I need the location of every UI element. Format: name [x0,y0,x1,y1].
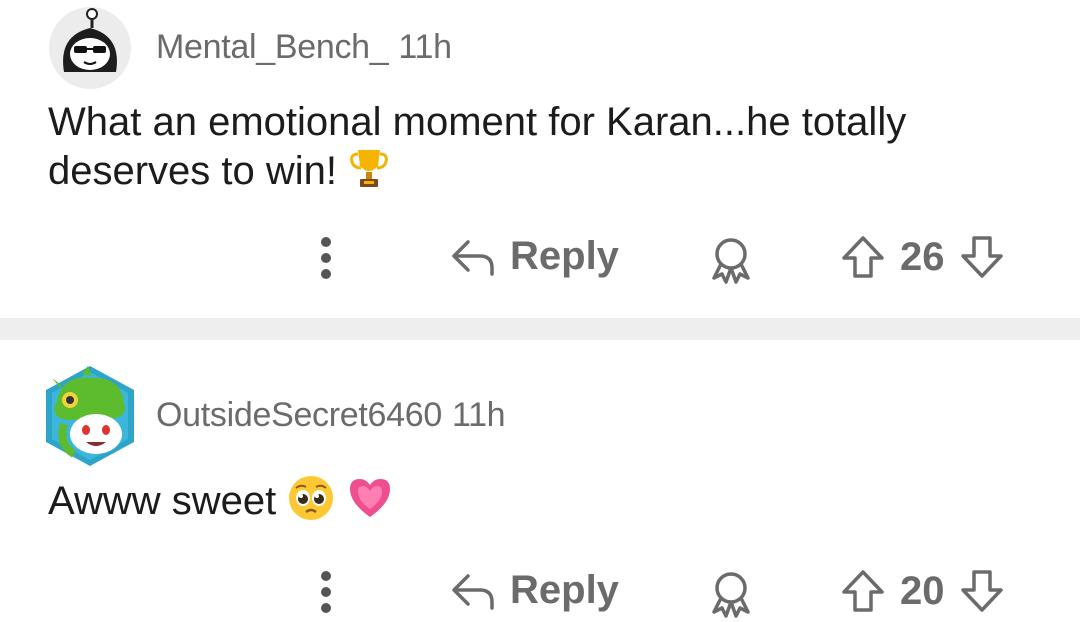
more-options-button[interactable] [316,236,336,280]
vote-controls: 20 [840,568,1005,614]
comment-actions: Reply 20 [0,562,1080,622]
snoo-avatar-icon [46,366,134,466]
comment-text: Awww sweet [48,474,1048,533]
reply-button[interactable]: Reply [450,234,619,279]
award-button[interactable] [708,236,754,284]
author-name[interactable]: OutsideSecret6460 [156,396,442,434]
avatar[interactable] [48,6,132,90]
comment-meta: OutsideSecret6460 11h [156,396,506,435]
award-icon [712,238,750,284]
more-vertical-icon [321,237,331,279]
reply-label: Reply [510,234,619,278]
vote-controls: 26 [840,234,1005,280]
trophy-icon [348,146,390,201]
comment-text: What an emotional moment for Karan...he … [48,98,1048,201]
more-vertical-icon [321,571,331,613]
pleading-face-icon [287,474,335,533]
comment-body: What an emotional moment for Karan...he … [48,100,907,194]
snoo-avatar-icon [49,7,131,89]
comment-actions: Reply 26 [0,228,1080,288]
author-name[interactable]: Mental_Bench_ [156,28,389,66]
comment: Mental_Bench_ 11h What an emotional momen… [0,0,1080,318]
award-icon [712,572,750,618]
reply-button[interactable]: Reply [450,568,619,613]
comment-body: Awww sweet [48,479,277,524]
more-options-button[interactable] [316,570,336,614]
avatar[interactable] [42,364,138,468]
timestamp: 11h [451,396,506,434]
downvote-icon[interactable] [959,568,1005,614]
downvote-icon[interactable] [959,234,1005,280]
award-button[interactable] [708,570,754,618]
vote-score: 26 [900,234,945,279]
comment: OutsideSecret6460 11h Awww sweet Reply 2… [0,340,1080,618]
reply-label: Reply [510,568,619,612]
reply-arrow-icon [452,573,494,610]
upvote-icon[interactable] [840,234,886,280]
vote-score: 20 [900,568,945,613]
comment-divider [0,318,1080,340]
comment-meta: Mental_Bench_ 11h [156,28,452,67]
heart-icon [346,475,394,532]
reply-arrow-icon [452,239,494,276]
upvote-icon[interactable] [840,568,886,614]
timestamp: 11h [398,28,452,66]
